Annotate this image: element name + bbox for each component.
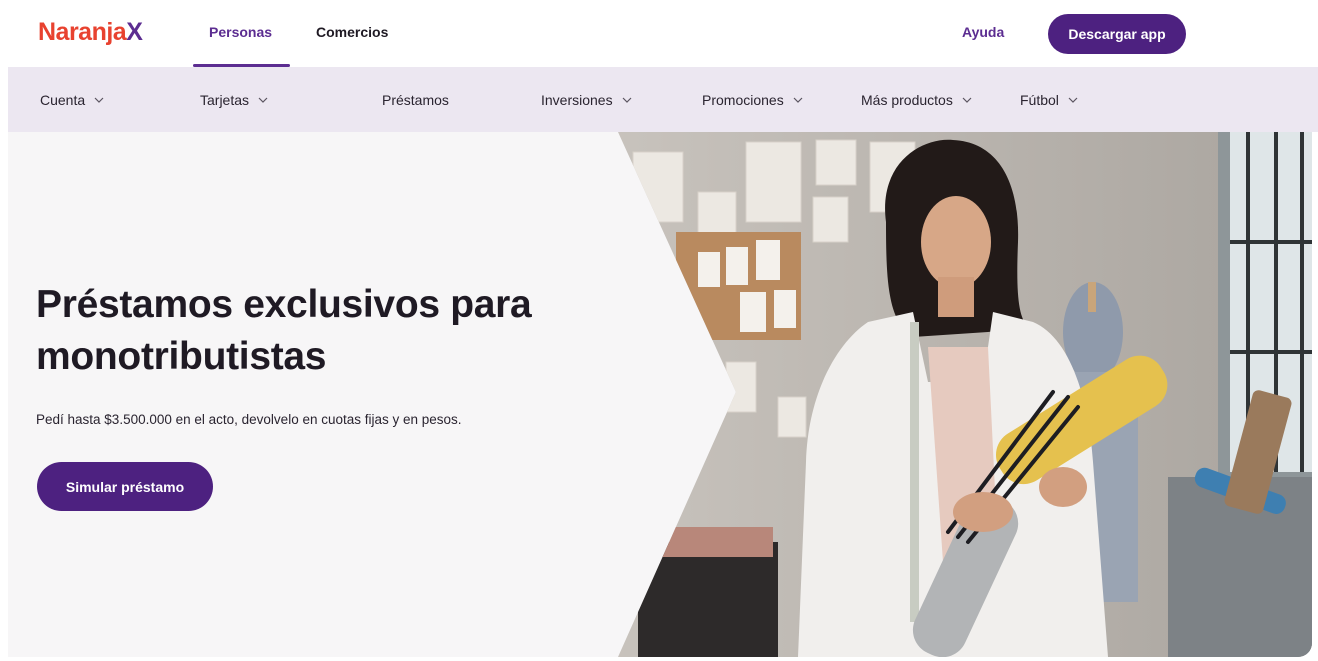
logo-text-main: Naranja <box>38 18 127 46</box>
nav-item-cuenta[interactable]: Cuenta <box>40 92 105 108</box>
chevron-down-icon <box>1067 94 1079 106</box>
hero-title-line1: Préstamos exclusivos para <box>36 283 532 326</box>
tab-personas[interactable]: Personas <box>209 24 272 40</box>
hero-title-line2: monotributistas <box>36 335 327 378</box>
hero-subtitle: Pedí hasta $3.500.000 en el acto, devolv… <box>36 412 462 427</box>
nav-item-futbol[interactable]: Fútbol <box>1020 92 1079 108</box>
nav-item-label: Tarjetas <box>200 92 250 108</box>
nav-item-mas-productos[interactable]: Más productos <box>861 92 973 108</box>
nav-item-label: Más productos <box>861 92 953 108</box>
product-nav: Cuenta Tarjetas Préstamos Inversiones Pr… <box>8 67 1318 132</box>
nav-item-tarjetas[interactable]: Tarjetas <box>200 92 269 108</box>
nav-item-prestamos[interactable]: Préstamos <box>382 92 449 108</box>
chevron-down-icon <box>961 94 973 106</box>
nav-item-label: Cuenta <box>40 92 86 108</box>
hero-photo <box>618 132 1312 657</box>
nav-item-label: Fútbol <box>1020 92 1059 108</box>
chevron-down-icon <box>257 94 269 106</box>
download-app-button[interactable]: Descargar app <box>1048 14 1186 54</box>
naranjax-logo[interactable]: NaranjaX <box>38 18 143 47</box>
chevron-down-icon <box>792 94 804 106</box>
simulate-loan-button[interactable]: Simular préstamo <box>37 462 213 511</box>
logo-text-accent: X <box>126 18 143 46</box>
nav-item-inversiones[interactable]: Inversiones <box>541 92 633 108</box>
chevron-down-icon <box>621 94 633 106</box>
nav-item-promociones[interactable]: Promociones <box>702 92 804 108</box>
tab-comercios[interactable]: Comercios <box>316 24 388 40</box>
top-header: NaranjaX Personas Comercios Ayuda Descar… <box>0 0 1318 67</box>
hero-banner: Préstamos exclusivos para monotributista… <box>8 132 1312 657</box>
help-link[interactable]: Ayuda <box>962 24 1004 40</box>
nav-item-label: Promociones <box>702 92 784 108</box>
nav-item-label: Préstamos <box>382 92 449 108</box>
chevron-down-icon <box>93 94 105 106</box>
nav-item-label: Inversiones <box>541 92 613 108</box>
hero-title: Préstamos exclusivos para monotributista… <box>36 279 636 383</box>
